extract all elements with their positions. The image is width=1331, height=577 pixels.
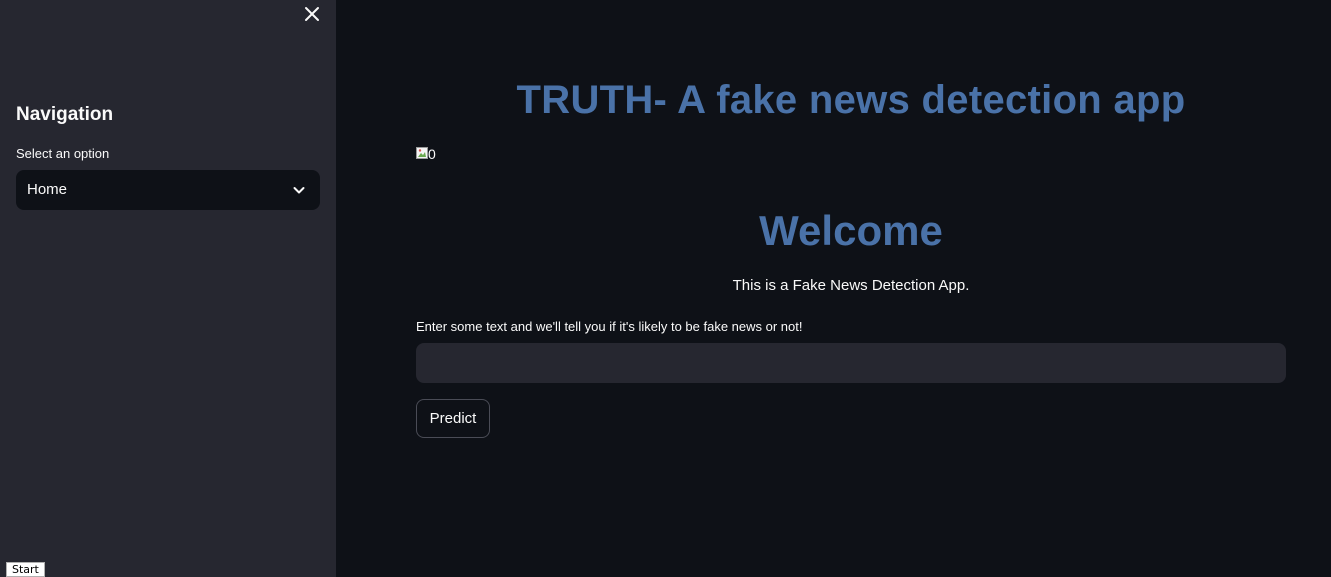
close-sidebar-button[interactable] — [302, 4, 322, 24]
chevron-down-icon — [292, 183, 306, 197]
news-text-input[interactable] — [416, 343, 1286, 383]
navigation-select[interactable]: Home — [16, 170, 320, 210]
start-button[interactable]: Start — [6, 562, 45, 577]
intro-text: This is a Fake News Detection App. — [732, 277, 970, 294]
broken-image: 0 — [416, 144, 436, 164]
page-title: TRUTH- A fake news detection app — [516, 78, 1186, 122]
image-alt-text: 0 — [428, 146, 436, 162]
welcome-heading: Welcome — [759, 207, 943, 254]
select-label: Select an option — [16, 146, 110, 161]
sidebar-title: Navigation — [16, 104, 114, 125]
predict-button[interactable]: Predict — [416, 399, 490, 438]
sidebar: Navigation Select an option Home — [0, 0, 336, 577]
close-icon — [305, 7, 319, 21]
text-input-label: Enter some text and we'll tell you if it… — [416, 319, 803, 334]
select-value: Home — [27, 181, 68, 198]
app-root: Navigation Select an option Home TRUTH- … — [0, 0, 1331, 577]
main-content: TRUTH- A fake news detection app 0 Welco… — [336, 0, 1331, 577]
broken-image-icon — [416, 144, 428, 159]
